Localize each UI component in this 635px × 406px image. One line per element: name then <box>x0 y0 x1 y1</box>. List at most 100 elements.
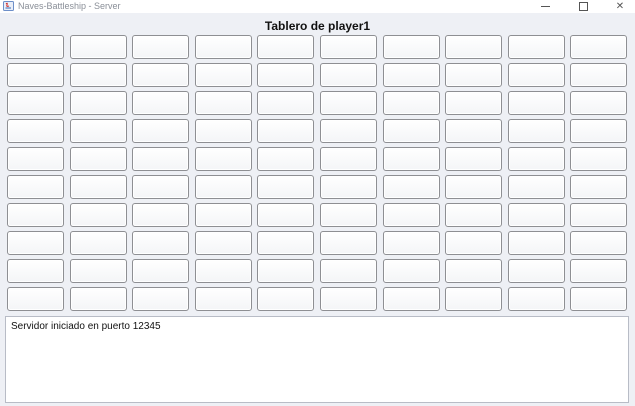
board-cell-r2-c8[interactable] <box>507 91 565 115</box>
board-cell-r3-c9[interactable] <box>570 119 628 143</box>
board-cell-r6-c6[interactable] <box>382 203 440 227</box>
board-cell-r9-c3[interactable] <box>194 287 252 311</box>
board-cell-r3-c1[interactable] <box>69 119 127 143</box>
board-cell-r5-c2[interactable] <box>132 175 190 199</box>
board-cell-r4-c1[interactable] <box>69 147 127 171</box>
board-cell-r7-c7[interactable] <box>445 231 503 255</box>
board-cell-r1-c7[interactable] <box>445 63 503 87</box>
board-cell-r6-c4[interactable] <box>257 203 315 227</box>
board-cell-r1-c8[interactable] <box>507 63 565 87</box>
board-cell-r5-c5[interactable] <box>319 175 377 199</box>
board-cell-r1-c9[interactable] <box>570 63 628 87</box>
board-cell-r7-c1[interactable] <box>69 231 127 255</box>
board-cell-r3-c5[interactable] <box>319 119 377 143</box>
board-cell-r4-c3[interactable] <box>194 147 252 171</box>
board-cell-r3-c0[interactable] <box>7 119 64 143</box>
board-cell-r5-c8[interactable] <box>507 175 565 199</box>
board-cell-r0-c0[interactable] <box>7 35 64 59</box>
board-cell-r6-c0[interactable] <box>7 203 64 227</box>
board-cell-r4-c8[interactable] <box>507 147 565 171</box>
board-cell-r6-c5[interactable] <box>319 203 377 227</box>
board-cell-r7-c9[interactable] <box>570 231 628 255</box>
board-cell-r7-c6[interactable] <box>382 231 440 255</box>
board-cell-r4-c2[interactable] <box>132 147 190 171</box>
board-cell-r8-c5[interactable] <box>319 259 377 283</box>
board-cell-r7-c8[interactable] <box>507 231 565 255</box>
board-cell-r0-c6[interactable] <box>382 35 440 59</box>
board-cell-r2-c6[interactable] <box>382 91 440 115</box>
board-cell-r8-c7[interactable] <box>445 259 503 283</box>
title-bar[interactable]: Naves-Battleship - Server ✕ <box>0 0 635 13</box>
board-cell-r2-c1[interactable] <box>69 91 127 115</box>
board-cell-r2-c0[interactable] <box>7 91 64 115</box>
board-cell-r8-c1[interactable] <box>69 259 127 283</box>
board-cell-r3-c7[interactable] <box>445 119 503 143</box>
board-cell-r8-c0[interactable] <box>7 259 64 283</box>
board-cell-r5-c4[interactable] <box>257 175 315 199</box>
board-cell-r3-c3[interactable] <box>194 119 252 143</box>
board-cell-r3-c4[interactable] <box>257 119 315 143</box>
board-cell-r9-c9[interactable] <box>570 287 628 311</box>
board-cell-r9-c4[interactable] <box>257 287 315 311</box>
board-cell-r5-c7[interactable] <box>445 175 503 199</box>
board-cell-r9-c6[interactable] <box>382 287 440 311</box>
board-cell-r9-c8[interactable] <box>507 287 565 311</box>
board-cell-r2-c3[interactable] <box>194 91 252 115</box>
board-cell-r2-c2[interactable] <box>132 91 190 115</box>
board-cell-r9-c1[interactable] <box>69 287 127 311</box>
board-cell-r6-c1[interactable] <box>69 203 127 227</box>
board-cell-r8-c2[interactable] <box>132 259 190 283</box>
log-text-area[interactable]: Servidor iniciado en puerto 12345 <box>5 316 629 403</box>
board-cell-r4-c5[interactable] <box>319 147 377 171</box>
board-cell-r3-c2[interactable] <box>132 119 190 143</box>
board-cell-r4-c4[interactable] <box>257 147 315 171</box>
board-cell-r6-c8[interactable] <box>507 203 565 227</box>
board-cell-r0-c1[interactable] <box>69 35 127 59</box>
board-cell-r0-c3[interactable] <box>194 35 252 59</box>
board-cell-r6-c3[interactable] <box>194 203 252 227</box>
board-cell-r2-c4[interactable] <box>257 91 315 115</box>
board-cell-r0-c2[interactable] <box>132 35 190 59</box>
board-cell-r5-c6[interactable] <box>382 175 440 199</box>
close-button[interactable]: ✕ <box>603 0 635 12</box>
board-cell-r1-c0[interactable] <box>7 63 64 87</box>
board-cell-r6-c7[interactable] <box>445 203 503 227</box>
board-cell-r0-c4[interactable] <box>257 35 315 59</box>
board-cell-r2-c7[interactable] <box>445 91 503 115</box>
board-cell-r5-c9[interactable] <box>570 175 628 199</box>
maximize-button[interactable] <box>566 0 600 12</box>
board-cell-r3-c6[interactable] <box>382 119 440 143</box>
board-cell-r4-c6[interactable] <box>382 147 440 171</box>
board-cell-r0-c9[interactable] <box>570 35 628 59</box>
board-cell-r7-c4[interactable] <box>257 231 315 255</box>
board-cell-r1-c1[interactable] <box>69 63 127 87</box>
board-cell-r1-c3[interactable] <box>194 63 252 87</box>
board-cell-r7-c5[interactable] <box>319 231 377 255</box>
board-cell-r5-c0[interactable] <box>7 175 64 199</box>
board-cell-r4-c0[interactable] <box>7 147 64 171</box>
board-cell-r8-c9[interactable] <box>570 259 628 283</box>
board-cell-r3-c8[interactable] <box>507 119 565 143</box>
board-cell-r1-c5[interactable] <box>319 63 377 87</box>
board-cell-r6-c2[interactable] <box>132 203 190 227</box>
board-cell-r9-c2[interactable] <box>132 287 190 311</box>
board-cell-r8-c3[interactable] <box>194 259 252 283</box>
board-cell-r9-c7[interactable] <box>445 287 503 311</box>
board-cell-r0-c7[interactable] <box>445 35 503 59</box>
board-cell-r7-c2[interactable] <box>132 231 190 255</box>
board-cell-r2-c5[interactable] <box>319 91 377 115</box>
board-cell-r5-c1[interactable] <box>69 175 127 199</box>
board-cell-r8-c8[interactable] <box>507 259 565 283</box>
board-cell-r4-c9[interactable] <box>570 147 628 171</box>
board-cell-r4-c7[interactable] <box>445 147 503 171</box>
board-cell-r0-c8[interactable] <box>507 35 565 59</box>
board-cell-r1-c2[interactable] <box>132 63 190 87</box>
board-cell-r7-c3[interactable] <box>194 231 252 255</box>
board-cell-r7-c0[interactable] <box>7 231 64 255</box>
board-cell-r9-c5[interactable] <box>319 287 377 311</box>
board-cell-r8-c6[interactable] <box>382 259 440 283</box>
board-cell-r1-c4[interactable] <box>257 63 315 87</box>
board-cell-r0-c5[interactable] <box>319 35 377 59</box>
board-cell-r6-c9[interactable] <box>570 203 628 227</box>
board-cell-r1-c6[interactable] <box>382 63 440 87</box>
